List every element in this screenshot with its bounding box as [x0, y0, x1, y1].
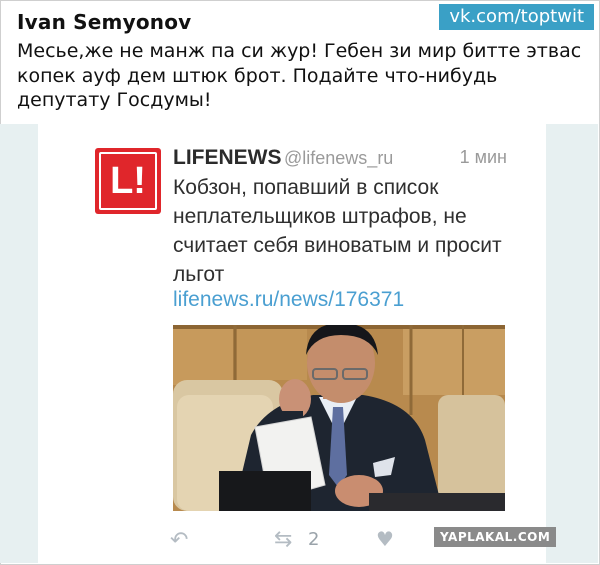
tweet-text: Кобзон, попавший в список неплательщиков…	[173, 176, 502, 286]
tweet-handle[interactable]: @lifenews_ru	[284, 148, 393, 169]
retweet-count: 2	[308, 529, 320, 550]
tweet-link[interactable]: lifenews.ru/news/176371	[173, 288, 404, 312]
logo-text: L!	[99, 152, 157, 210]
retweet-icon[interactable]: ⇆	[274, 527, 292, 552]
source-badge[interactable]: vk.com/toptwit	[439, 4, 594, 30]
heart-icon[interactable]: ♥	[376, 527, 394, 551]
tweet-photo[interactable]	[173, 325, 505, 511]
tweet-header: LIFENEWS @lifenews_ru 1 мин	[173, 146, 507, 170]
post-author: Ivan Semyonov	[17, 10, 192, 34]
photo-illustration	[173, 325, 505, 511]
reply-icon[interactable]: ↶	[170, 528, 188, 553]
tweet-time[interactable]: 1 мин	[460, 147, 507, 168]
watermark: YAPLAKAL.COM	[434, 527, 557, 547]
tweet-account-name[interactable]: LIFENEWS	[173, 146, 282, 170]
lifenews-logo[interactable]: L!	[95, 148, 161, 214]
post-caption: Месье,же не манж па си жур! Гебен зи мир…	[17, 40, 582, 111]
